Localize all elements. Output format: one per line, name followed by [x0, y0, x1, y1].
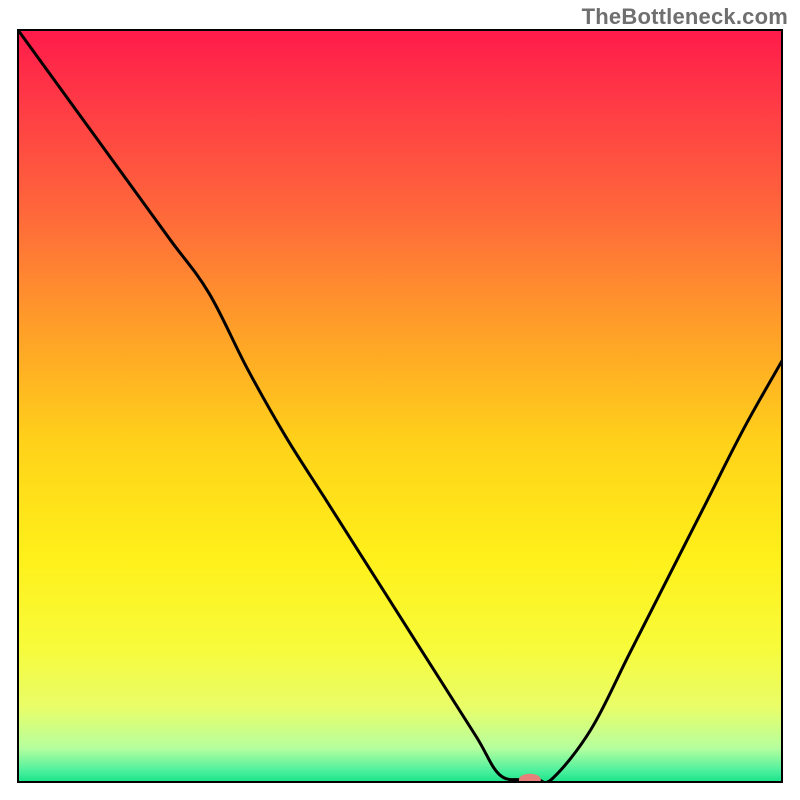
- plot-background: [18, 30, 782, 782]
- chart-container: TheBottleneck.com: [0, 0, 800, 800]
- bottleneck-chart: [0, 0, 800, 800]
- optimal-marker: [519, 774, 541, 786]
- watermark-text: TheBottleneck.com: [582, 4, 788, 30]
